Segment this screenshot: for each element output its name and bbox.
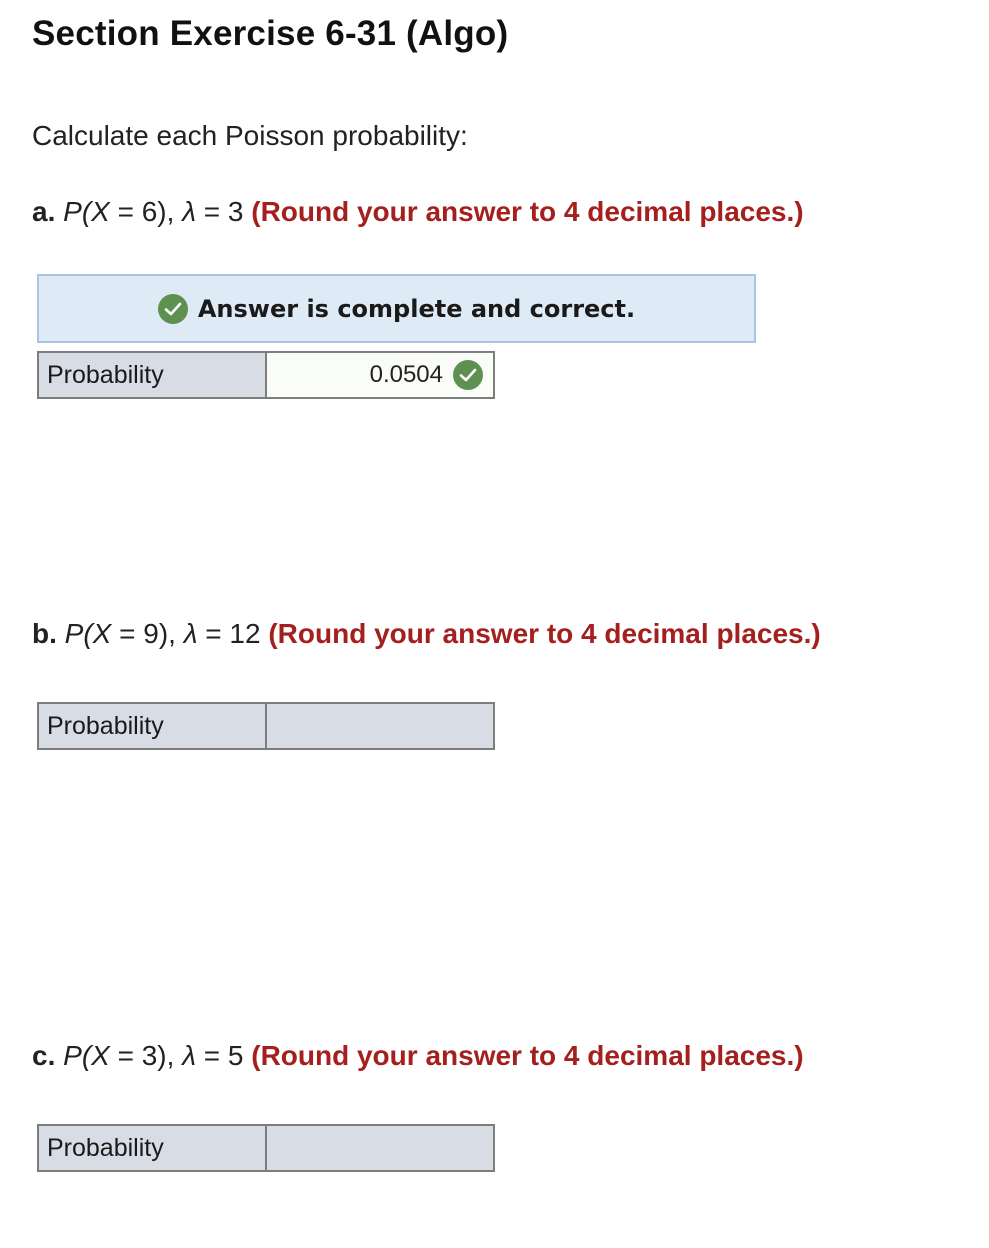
check-circle-icon xyxy=(157,293,188,324)
question-b: b. P(X = 9), λ = 12 (Round your answer t… xyxy=(32,618,821,650)
answer-label: Probability xyxy=(39,1126,267,1170)
status-message: Answer is complete and correct. xyxy=(197,294,636,323)
rounding-instruction: (Round your answer to 4 decimal places.) xyxy=(251,1040,804,1071)
answer-input-b[interactable] xyxy=(267,704,493,748)
question-letter: b. xyxy=(32,618,57,649)
answer-label: Probability xyxy=(39,353,267,397)
correct-check-icon xyxy=(453,360,483,390)
math-expression: P(X = 9), λ = 12 xyxy=(64,618,269,649)
question-a: a. P(X = 6), λ = 3 (Round your answer to… xyxy=(32,196,804,228)
answer-label: Probability xyxy=(39,704,267,748)
question-c: c. P(X = 3), λ = 5 (Round your answer to… xyxy=(32,1040,804,1072)
math-expression: P(X = 3), λ = 5 xyxy=(63,1040,252,1071)
question-letter: a. xyxy=(32,196,56,227)
math-expression: P(X = 6), λ = 3 xyxy=(63,196,252,227)
answer-status-banner: Answer is complete and correct. xyxy=(37,274,756,343)
page-title: Section Exercise 6-31 (Algo) xyxy=(32,14,509,53)
answer-input-c[interactable] xyxy=(267,1126,493,1170)
question-letter: c. xyxy=(32,1040,56,1071)
rounding-instruction: (Round your answer to 4 decimal places.) xyxy=(251,196,804,227)
answer-value: 0.0504 xyxy=(369,361,443,388)
instructions-text: Calculate each Poisson probability: xyxy=(32,120,468,151)
answer-row-a: Probability 0.0504 xyxy=(37,351,495,399)
rounding-instruction: (Round your answer to 4 decimal places.) xyxy=(268,618,821,649)
answer-row-b: Probability xyxy=(37,702,495,750)
answer-input-a[interactable]: 0.0504 xyxy=(267,353,493,397)
answer-row-c: Probability xyxy=(37,1124,495,1172)
